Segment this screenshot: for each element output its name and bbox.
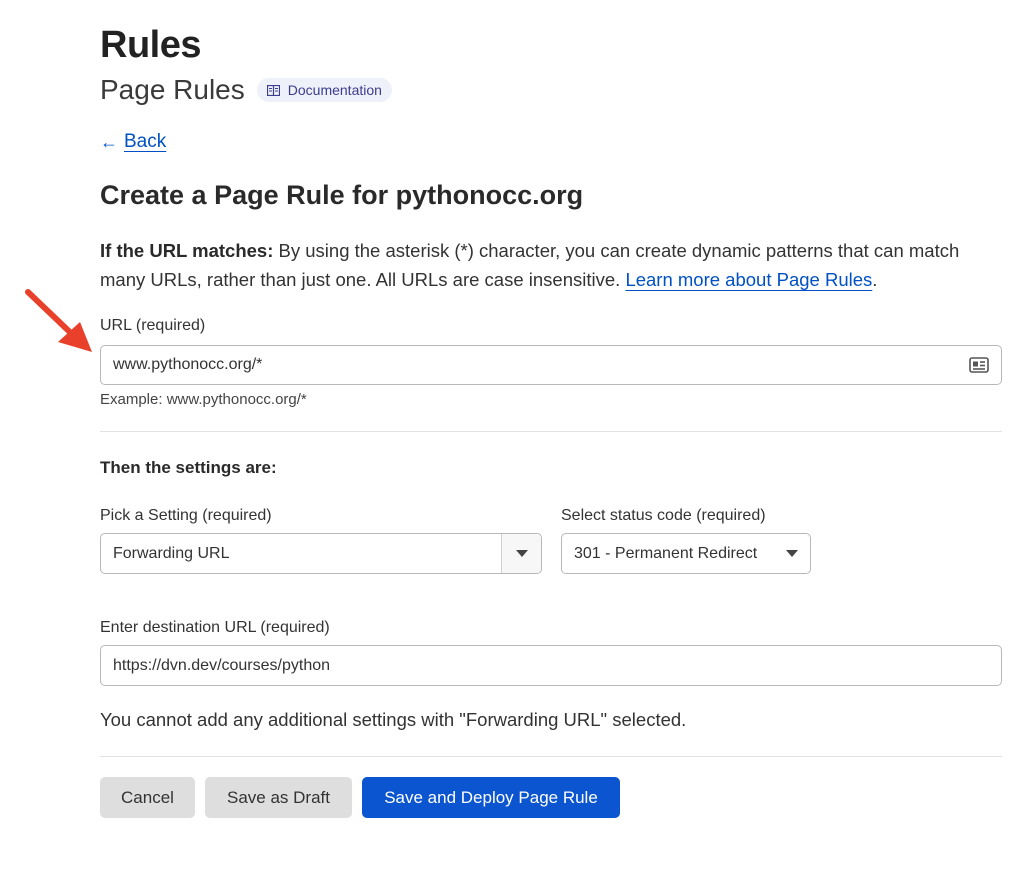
subtitle-row: Page Rules Documentation [100,74,392,106]
destination-url-value: https://dvn.dev/courses/python [113,656,331,674]
intro-end: . [872,269,878,290]
setting-label: Pick a Setting (required) [100,507,272,524]
url-example: Example: www.pythonocc.org/* [100,391,307,408]
arrow-left-icon: ← [100,131,118,152]
caret-down-icon [515,550,528,557]
documentation-badge[interactable]: Documentation [256,78,392,102]
settings-heading: Then the settings are: [100,458,277,477]
status-code-select[interactable]: 301 - Permanent Redirect [561,533,811,574]
divider [100,431,1002,432]
intro-paragraph: If the URL matches: By using the asteris… [100,236,1000,294]
documentation-badge-label: Documentation [287,82,382,98]
save-draft-button[interactable]: Save as Draft [205,777,352,818]
status-label: Select status code (required) [561,507,766,524]
book-icon [266,84,280,96]
page-title: Rules [100,24,201,66]
divider [100,756,1002,757]
destination-label: Enter destination URL (required) [100,619,330,636]
form-heading: Create a Page Rule for pythonocc.org [100,180,584,210]
cancel-button[interactable]: Cancel [100,777,195,818]
red-pointer-arrow [25,289,92,352]
page-subtitle: Page Rules [100,74,245,105]
intro-bold: If the URL matches: [100,240,274,261]
caret-down-icon [786,550,798,557]
setting-select[interactable]: Forwarding URL [100,533,542,574]
url-input[interactable]: www.pythonocc.org/* [100,345,1002,385]
setting-select-value: Forwarding URL [113,544,230,562]
forwarding-note: You cannot add any additional settings w… [100,709,687,730]
setting-select-toggle[interactable] [501,534,541,573]
learn-more-link[interactable]: Learn more about Page Rules [625,269,872,290]
save-deploy-button[interactable]: Save and Deploy Page Rule [362,777,620,818]
back-link-label: Back [124,131,167,152]
destination-url-input[interactable]: https://dvn.dev/courses/python [100,645,1002,686]
url-input-value: www.pythonocc.org/* [113,356,263,373]
back-link[interactable]: ← Back [100,131,166,153]
status-code-value: 301 - Permanent Redirect [574,544,758,562]
contact-card-icon[interactable] [969,357,989,373]
url-label: URL (required) [100,317,206,334]
